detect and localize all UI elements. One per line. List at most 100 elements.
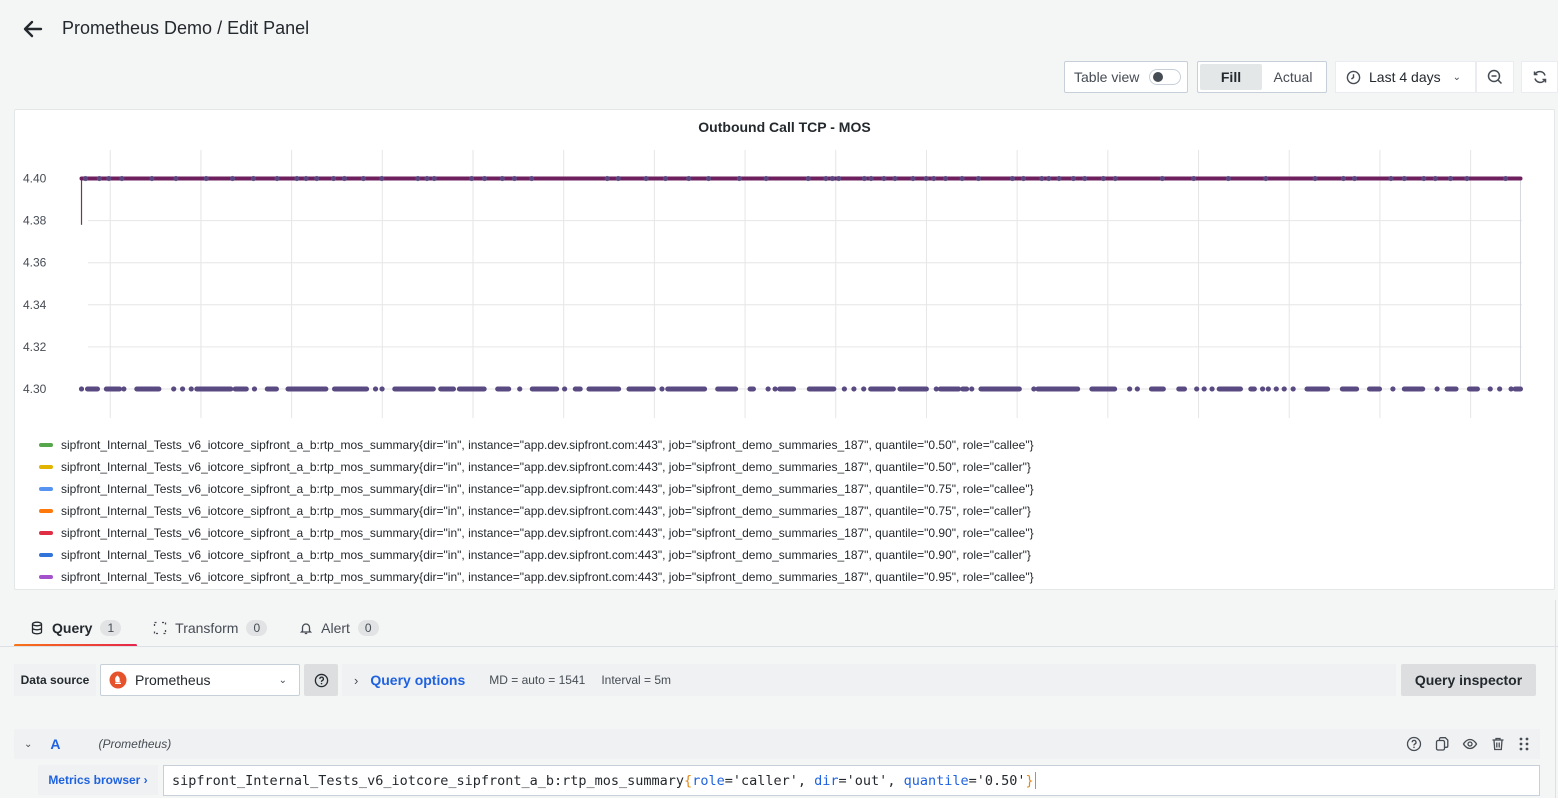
tab-alert-label: Alert xyxy=(321,620,350,636)
series-point xyxy=(499,175,505,182)
series-point xyxy=(868,175,874,182)
help-icon[interactable] xyxy=(1406,736,1422,752)
series-point-lower xyxy=(379,386,385,392)
series-point xyxy=(294,175,300,182)
tab-query[interactable]: Query 1 xyxy=(14,612,138,647)
series-point xyxy=(511,175,518,182)
y-tick-label: 4.36 xyxy=(23,256,47,270)
series-point-lower xyxy=(1201,386,1207,392)
query-metric: sipfront_Internal_Tests_v6_iotcore_sipfr… xyxy=(172,772,685,789)
legend-item[interactable]: sipfront_Internal_Tests_v6_iotcore_sipfr… xyxy=(39,456,1034,478)
series-point-lower xyxy=(765,386,771,392)
series-point-lower xyxy=(841,386,847,392)
refresh-icon xyxy=(1533,70,1546,84)
series-point-lower xyxy=(517,386,523,392)
table-view-switch[interactable] xyxy=(1149,69,1182,85)
series-point xyxy=(881,175,887,182)
series-point xyxy=(303,175,309,182)
collapse-chevron-icon[interactable]: ⌄ xyxy=(24,739,32,750)
query-options-toggle[interactable]: › Query options xyxy=(354,672,489,688)
series-point xyxy=(250,175,257,182)
data-source-help-button[interactable] xyxy=(304,664,338,696)
data-source-select[interactable]: Prometheus ⌄ xyxy=(100,664,300,696)
series-point xyxy=(1020,175,1027,182)
series-point xyxy=(1009,175,1016,182)
query-expression-input[interactable]: sipfront_Internal_Tests_v6_iotcore_sipfr… xyxy=(163,765,1540,796)
legend-item[interactable]: sipfront_Internal_Tests_v6_iotcore_sipfr… xyxy=(39,434,1034,456)
series-point-lower xyxy=(1194,386,1200,392)
series-point-lower xyxy=(372,386,379,392)
series-point xyxy=(805,175,811,182)
series-point xyxy=(1401,175,1407,182)
right-border xyxy=(1555,600,1556,798)
series-point xyxy=(1046,175,1052,182)
page-title: Prometheus Demo / Edit Panel xyxy=(62,18,310,38)
series-point xyxy=(829,175,836,182)
zoom-out-button[interactable] xyxy=(1476,61,1514,93)
series-point xyxy=(1502,175,1509,182)
legend-item[interactable]: sipfront_Internal_Tests_v6_iotcore_sipfr… xyxy=(39,566,1034,588)
query-label-value: '0.50' xyxy=(976,772,1026,789)
legend-item[interactable]: sipfront_Internal_Tests_v6_iotcore_sipfr… xyxy=(39,522,1034,544)
series-point xyxy=(469,175,475,182)
query-label-value: 'out' xyxy=(846,772,888,789)
refresh-button[interactable] xyxy=(1521,61,1558,93)
series-point-lower xyxy=(1390,386,1396,392)
series-point xyxy=(604,175,610,182)
series-point xyxy=(341,175,348,182)
query-inspector-button[interactable]: Query inspector xyxy=(1401,664,1536,696)
series-point-lower xyxy=(1290,386,1296,392)
query-sep: , xyxy=(797,772,815,789)
chevron-down-icon: ⌄ xyxy=(1452,71,1461,83)
legend-item[interactable]: sipfront_Internal_Tests_v6_iotcore_sipfr… xyxy=(39,500,1034,522)
series-point xyxy=(1447,175,1454,182)
series-point xyxy=(1112,175,1118,182)
series-point xyxy=(1464,175,1470,182)
query-options-bar: › Query options MD = auto = 1541 Interva… xyxy=(342,664,1396,696)
series-point xyxy=(149,175,155,182)
duplicate-icon[interactable] xyxy=(1434,736,1450,752)
series-point-lower xyxy=(251,386,258,392)
eye-icon[interactable] xyxy=(1462,736,1478,752)
data-source-label: Data source xyxy=(14,664,96,696)
series-point-lower xyxy=(78,386,85,392)
legend-label: sipfront_Internal_Tests_v6_iotcore_sipfr… xyxy=(61,570,1034,584)
series-point xyxy=(836,175,842,182)
series-point xyxy=(274,175,280,182)
back-button[interactable] xyxy=(20,16,46,42)
legend-label: sipfront_Internal_Tests_v6_iotcore_sipfr… xyxy=(61,504,1031,518)
legend-label: sipfront_Internal_Tests_v6_iotcore_sipfr… xyxy=(61,526,1034,540)
series-point-lower xyxy=(188,386,194,392)
chart-legend: sipfront_Internal_Tests_v6_iotcore_sipfr… xyxy=(39,434,1034,588)
drag-handle-icon[interactable] xyxy=(1518,736,1530,752)
metrics-browser-button[interactable]: Metrics browser › xyxy=(38,765,158,795)
series-point xyxy=(82,175,89,182)
fill-button[interactable]: Fill xyxy=(1200,64,1262,90)
series-point xyxy=(1039,175,1045,182)
series-point xyxy=(1070,175,1077,182)
legend-item[interactable]: sipfront_Internal_Tests_v6_iotcore_sipfr… xyxy=(39,544,1034,566)
legend-label: sipfront_Internal_Tests_v6_iotcore_sipfr… xyxy=(61,438,1034,452)
legend-item[interactable]: sipfront_Internal_Tests_v6_iotcore_sipfr… xyxy=(39,478,1034,500)
tab-transform[interactable]: Transform 0 xyxy=(137,612,283,644)
query-datasource-hint: (Prometheus) xyxy=(98,737,172,751)
series-point xyxy=(229,175,236,182)
query-ref-id[interactable]: A xyxy=(50,736,60,752)
query-eq: = xyxy=(968,772,977,789)
prometheus-logo-icon xyxy=(109,671,127,689)
tab-transform-count: 0 xyxy=(246,620,268,636)
time-range-picker[interactable]: Last 4 days ⌄ xyxy=(1335,61,1476,93)
query-label-value: 'caller' xyxy=(732,772,798,789)
trash-icon[interactable] xyxy=(1490,736,1506,752)
actual-button[interactable]: Actual xyxy=(1262,64,1324,90)
series-point xyxy=(959,175,965,182)
series-point xyxy=(314,175,320,182)
series-point xyxy=(360,175,367,182)
tab-alert[interactable]: Alert 0 xyxy=(283,612,394,644)
table-view-toggle[interactable]: Table view xyxy=(1064,61,1188,93)
query-eq: = xyxy=(838,772,847,789)
query-open-brace: { xyxy=(684,772,693,789)
series-point xyxy=(1263,175,1269,182)
time-range-label: Last 4 days xyxy=(1369,69,1441,85)
time-series-chart[interactable]: 4.304.324.344.364.384.4001/03 18:0001/04… xyxy=(15,110,1556,430)
